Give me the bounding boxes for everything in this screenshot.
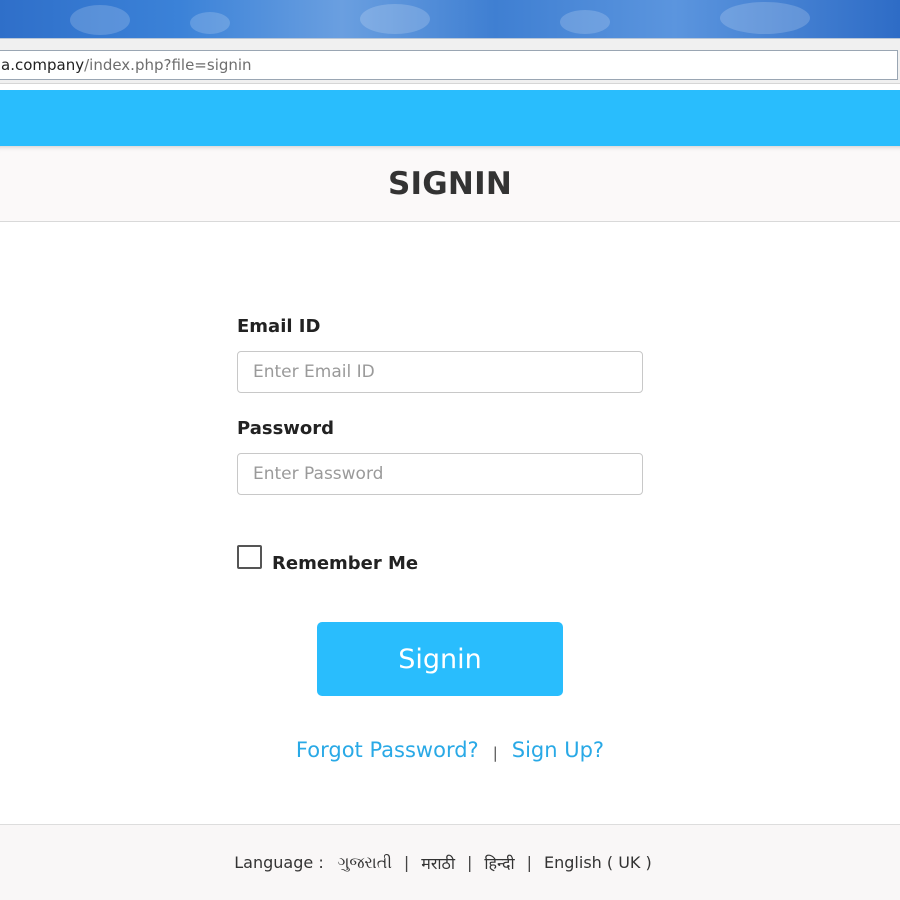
signin-button[interactable]: Signin xyxy=(317,622,563,696)
email-field[interactable] xyxy=(237,351,643,393)
language-hindi[interactable]: हिन्दी xyxy=(484,852,514,874)
language-separator: | xyxy=(526,853,533,872)
email-label: Email ID xyxy=(237,316,321,337)
language-gujarati[interactable]: ગુજરાતી xyxy=(338,853,392,873)
footer: Language : ગુજરાતી | मराठी | हिन्दी | En… xyxy=(0,824,900,900)
remember-me-label[interactable]: Remember Me xyxy=(272,553,418,574)
forgot-password-link[interactable]: Forgot Password? xyxy=(296,738,479,762)
auth-links: Forgot Password? | Sign Up? xyxy=(0,738,900,762)
address-bar[interactable]: a.company/index.php?file=signin xyxy=(0,50,898,80)
language-separator: | xyxy=(403,853,410,872)
password-field[interactable] xyxy=(237,453,643,495)
browser-tab-edge xyxy=(0,38,900,46)
password-label: Password xyxy=(237,418,335,439)
sign-up-link[interactable]: Sign Up? xyxy=(512,738,604,762)
language-separator: | xyxy=(467,853,473,872)
browser-toolbar: a.company/index.php?file=signin xyxy=(0,46,900,84)
url-host: a.company xyxy=(1,56,85,74)
title-band: SIGNIN xyxy=(0,146,900,222)
site-header-bar xyxy=(0,90,900,146)
links-separator: | xyxy=(492,744,498,762)
page-title: SIGNIN xyxy=(388,165,512,202)
url-path: /index.php?file=signin xyxy=(84,56,252,74)
remember-me-row: Remember Me xyxy=(237,539,418,574)
language-english-uk[interactable]: English ( UK ) xyxy=(544,853,652,872)
language-label: Language : xyxy=(234,853,324,872)
remember-me-checkbox[interactable] xyxy=(237,544,262,569)
signin-form: Email ID Password xyxy=(237,316,647,495)
language-marathi[interactable]: मराठी xyxy=(421,852,455,874)
desktop-background-strip xyxy=(0,0,900,46)
